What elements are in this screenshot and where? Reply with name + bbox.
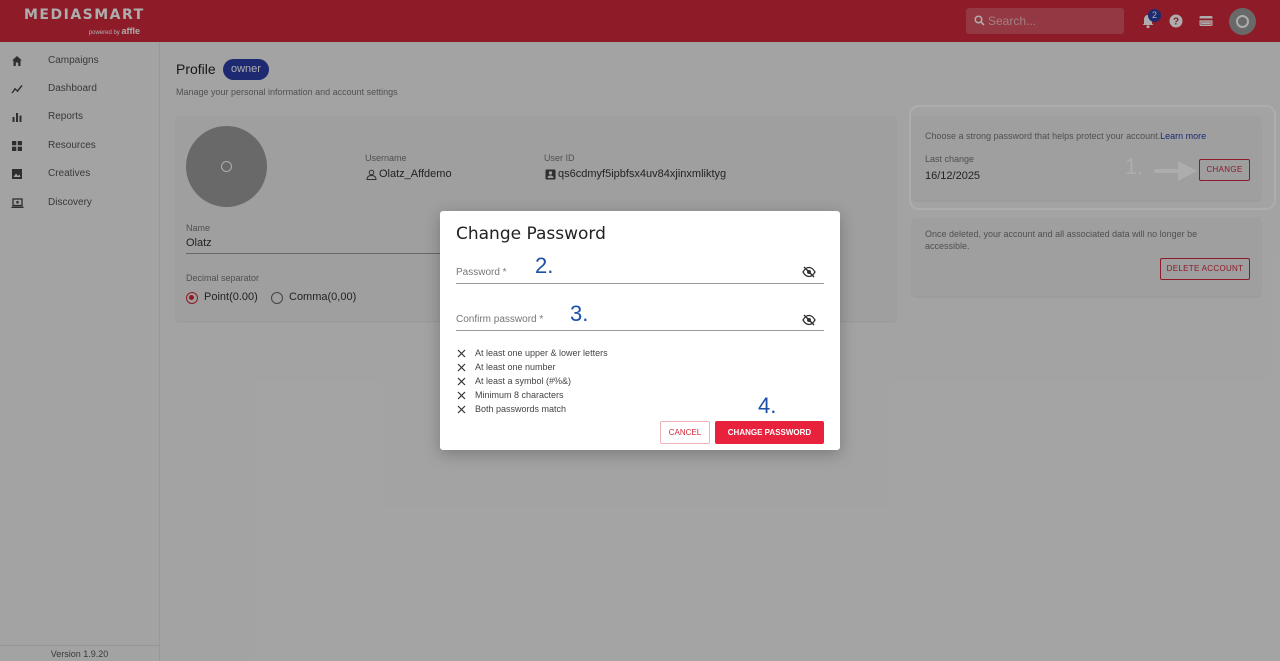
cross-icon <box>457 377 466 386</box>
step-4-marker: 4. <box>758 393 777 418</box>
cross-icon <box>457 363 466 372</box>
cancel-button[interactable]: CANCEL <box>660 421 710 444</box>
visibility-off-icon[interactable] <box>802 266 816 278</box>
cross-icon <box>457 349 466 358</box>
cross-icon <box>457 391 466 400</box>
step-3-marker: 3. <box>570 301 589 326</box>
step-2-marker: 2. <box>535 253 554 278</box>
dialog-title: Change Password <box>456 224 606 244</box>
change-password-submit-button[interactable]: CHANGE PASSWORD <box>715 421 824 444</box>
cross-icon <box>457 405 466 414</box>
password-field[interactable] <box>456 283 824 284</box>
change-password-dialog: Change Password Password * 2. Confirm pa… <box>440 211 840 450</box>
confirm-password-field-label: Confirm password * <box>456 314 544 325</box>
confirm-password-field[interactable] <box>456 330 824 331</box>
visibility-off-icon[interactable] <box>802 314 816 326</box>
password-field-label: Password * <box>456 267 507 278</box>
